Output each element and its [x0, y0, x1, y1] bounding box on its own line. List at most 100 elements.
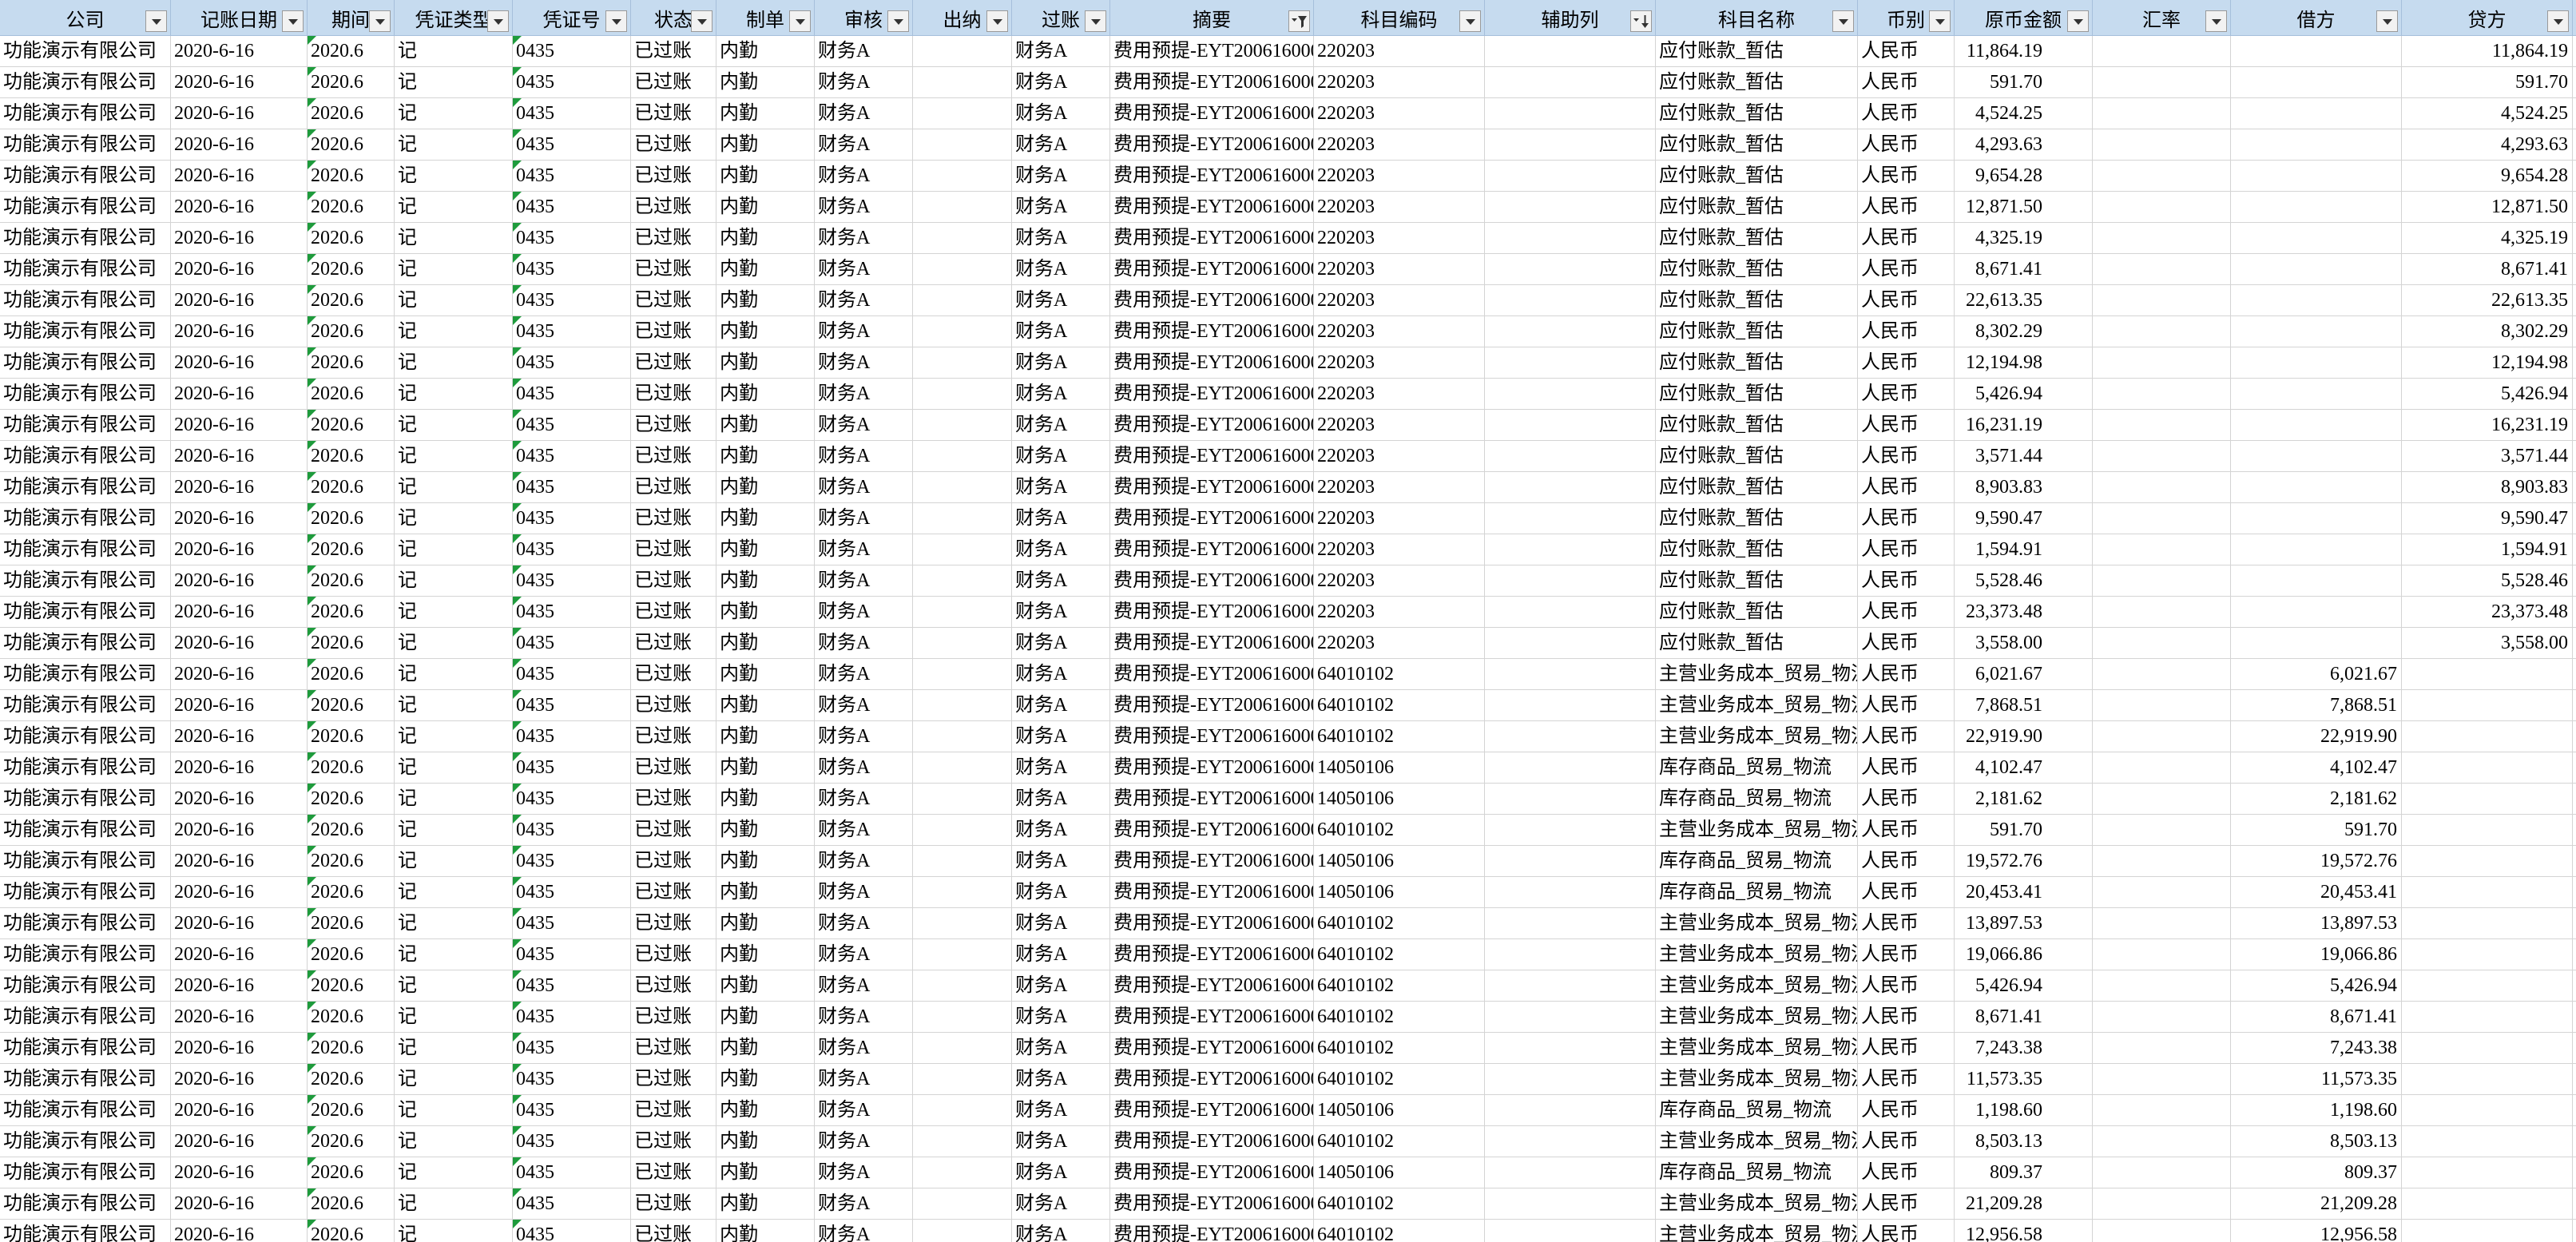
cell-preparer[interactable]: 内勤 [716, 565, 815, 597]
cell-account-code[interactable]: 64010102 [1314, 970, 1485, 1002]
cell-period[interactable]: 2020.6 [308, 597, 395, 628]
cell-helper-column[interactable] [1485, 908, 1656, 939]
cell-voucher-no[interactable]: 0435 [513, 597, 631, 628]
cell-preparer[interactable]: 内勤 [716, 628, 815, 659]
cell-poster[interactable]: 财务A [1012, 970, 1110, 1002]
cell-currency[interactable]: 人民币 [1858, 347, 1955, 379]
cell-account-code[interactable]: 64010102 [1314, 908, 1485, 939]
cell-helper-column[interactable] [1485, 784, 1656, 815]
cell-preparer[interactable]: 内勤 [716, 690, 815, 721]
cell-posting-date[interactable]: 2020-6-16 [171, 534, 308, 565]
cell-currency[interactable]: 人民币 [1858, 939, 1955, 970]
column-header-company[interactable]: 公司 [0, 0, 171, 36]
cell-debit[interactable]: 809.37 [2231, 1157, 2402, 1188]
cell-company[interactable]: 功能演示有限公司 [0, 846, 171, 877]
cell-cashier[interactable] [913, 503, 1012, 534]
cell-account-name[interactable]: 应付账款_暂估 [1656, 503, 1858, 534]
cell-debit[interactable]: 19,066.86 [2231, 939, 2402, 970]
cell-credit[interactable] [2402, 659, 2573, 690]
cell-status[interactable]: 已过账 [631, 784, 716, 815]
cell-posting-date[interactable]: 2020-6-16 [171, 1033, 308, 1064]
cell-company[interactable]: 功能演示有限公司 [0, 1033, 171, 1064]
filter-button-preparer[interactable] [789, 10, 811, 32]
cell-debit[interactable] [2231, 285, 2402, 316]
cell-reviewer[interactable]: 财务A [815, 472, 913, 503]
cell-helper-column[interactable] [1485, 410, 1656, 441]
cell-credit[interactable]: 5,426.94 [2402, 379, 2573, 410]
cell-exchange-rate[interactable] [2093, 970, 2231, 1002]
cell-company[interactable]: 功能演示有限公司 [0, 410, 171, 441]
cell-status[interactable]: 已过账 [631, 285, 716, 316]
cell-preparer[interactable]: 内勤 [716, 347, 815, 379]
cell-reviewer[interactable]: 财务A [815, 721, 913, 752]
cell-original-amount[interactable]: 591.70 [1955, 67, 2093, 98]
cell-status[interactable]: 已过账 [631, 129, 716, 161]
cell-poster[interactable]: 财务A [1012, 472, 1110, 503]
cell-voucher-type[interactable]: 记 [395, 1033, 513, 1064]
cell-company[interactable]: 功能演示有限公司 [0, 98, 171, 129]
cell-helper-column[interactable] [1485, 67, 1656, 98]
cell-voucher-type[interactable]: 记 [395, 597, 513, 628]
cell-next-column[interactable] [2573, 161, 2576, 192]
cell-voucher-no[interactable]: 0435 [513, 192, 631, 223]
cell-status[interactable]: 已过账 [631, 908, 716, 939]
cell-posting-date[interactable]: 2020-6-16 [171, 161, 308, 192]
cell-voucher-no[interactable]: 0435 [513, 565, 631, 597]
cell-cashier[interactable] [913, 67, 1012, 98]
cell-currency[interactable]: 人民币 [1858, 410, 1955, 441]
cell-account-code[interactable]: 220203 [1314, 503, 1485, 534]
cell-period[interactable]: 2020.6 [308, 534, 395, 565]
cell-debit[interactable]: 13,897.53 [2231, 908, 2402, 939]
cell-summary[interactable]: 费用预提-EYT200616000 [1110, 877, 1314, 908]
cell-poster[interactable]: 财务A [1012, 410, 1110, 441]
cell-voucher-no[interactable]: 0435 [513, 223, 631, 254]
cell-helper-column[interactable] [1485, 659, 1656, 690]
cell-helper-column[interactable] [1485, 129, 1656, 161]
cell-voucher-type[interactable]: 记 [395, 908, 513, 939]
cell-account-name[interactable]: 主营业务成本_贸易_物流 [1656, 939, 1858, 970]
cell-voucher-no[interactable]: 0435 [513, 877, 631, 908]
cell-company[interactable]: 功能演示有限公司 [0, 784, 171, 815]
cell-credit[interactable]: 8,302.29 [2402, 316, 2573, 347]
cell-posting-date[interactable]: 2020-6-16 [171, 98, 308, 129]
cell-summary[interactable]: 费用预提-EYT200616000 [1110, 784, 1314, 815]
column-header-original-amount[interactable]: 原币金额 [1955, 0, 2093, 36]
cell-currency[interactable]: 人民币 [1858, 161, 1955, 192]
cell-currency[interactable]: 人民币 [1858, 192, 1955, 223]
cell-preparer[interactable]: 内勤 [716, 503, 815, 534]
filter-button-poster[interactable] [1085, 10, 1106, 32]
cell-next-column[interactable] [2573, 690, 2576, 721]
cell-exchange-rate[interactable] [2093, 472, 2231, 503]
cell-summary[interactable]: 费用预提-EYT200616000 [1110, 441, 1314, 472]
cell-exchange-rate[interactable] [2093, 565, 2231, 597]
cell-company[interactable]: 功能演示有限公司 [0, 36, 171, 67]
cell-status[interactable]: 已过账 [631, 1095, 716, 1126]
cell-reviewer[interactable]: 财务A [815, 223, 913, 254]
cell-account-code[interactable]: 64010102 [1314, 1188, 1485, 1220]
cell-summary[interactable]: 费用预提-EYT200616000 [1110, 223, 1314, 254]
cell-account-name[interactable]: 应付账款_暂估 [1656, 129, 1858, 161]
cell-cashier[interactable] [913, 36, 1012, 67]
cell-next-column[interactable] [2573, 752, 2576, 784]
cell-poster[interactable]: 财务A [1012, 67, 1110, 98]
cell-period[interactable]: 2020.6 [308, 472, 395, 503]
cell-next-column[interactable] [2573, 1095, 2576, 1126]
cell-voucher-no[interactable]: 0435 [513, 98, 631, 129]
cell-voucher-no[interactable]: 0435 [513, 939, 631, 970]
cell-original-amount[interactable]: 20,453.41 [1955, 877, 2093, 908]
cell-cashier[interactable] [913, 410, 1012, 441]
cell-posting-date[interactable]: 2020-6-16 [171, 1095, 308, 1126]
cell-next-column[interactable] [2573, 815, 2576, 846]
cell-poster[interactable]: 财务A [1012, 1002, 1110, 1033]
cell-reviewer[interactable]: 财务A [815, 565, 913, 597]
cell-voucher-type[interactable]: 记 [395, 1157, 513, 1188]
cell-reviewer[interactable]: 财务A [815, 597, 913, 628]
cell-period[interactable]: 2020.6 [308, 67, 395, 98]
cell-voucher-type[interactable]: 记 [395, 628, 513, 659]
cell-reviewer[interactable]: 财务A [815, 347, 913, 379]
cell-period[interactable]: 2020.6 [308, 752, 395, 784]
filter-button-credit[interactable] [2547, 10, 2569, 32]
cell-posting-date[interactable]: 2020-6-16 [171, 347, 308, 379]
cell-account-code[interactable]: 220203 [1314, 285, 1485, 316]
cell-helper-column[interactable] [1485, 36, 1656, 67]
